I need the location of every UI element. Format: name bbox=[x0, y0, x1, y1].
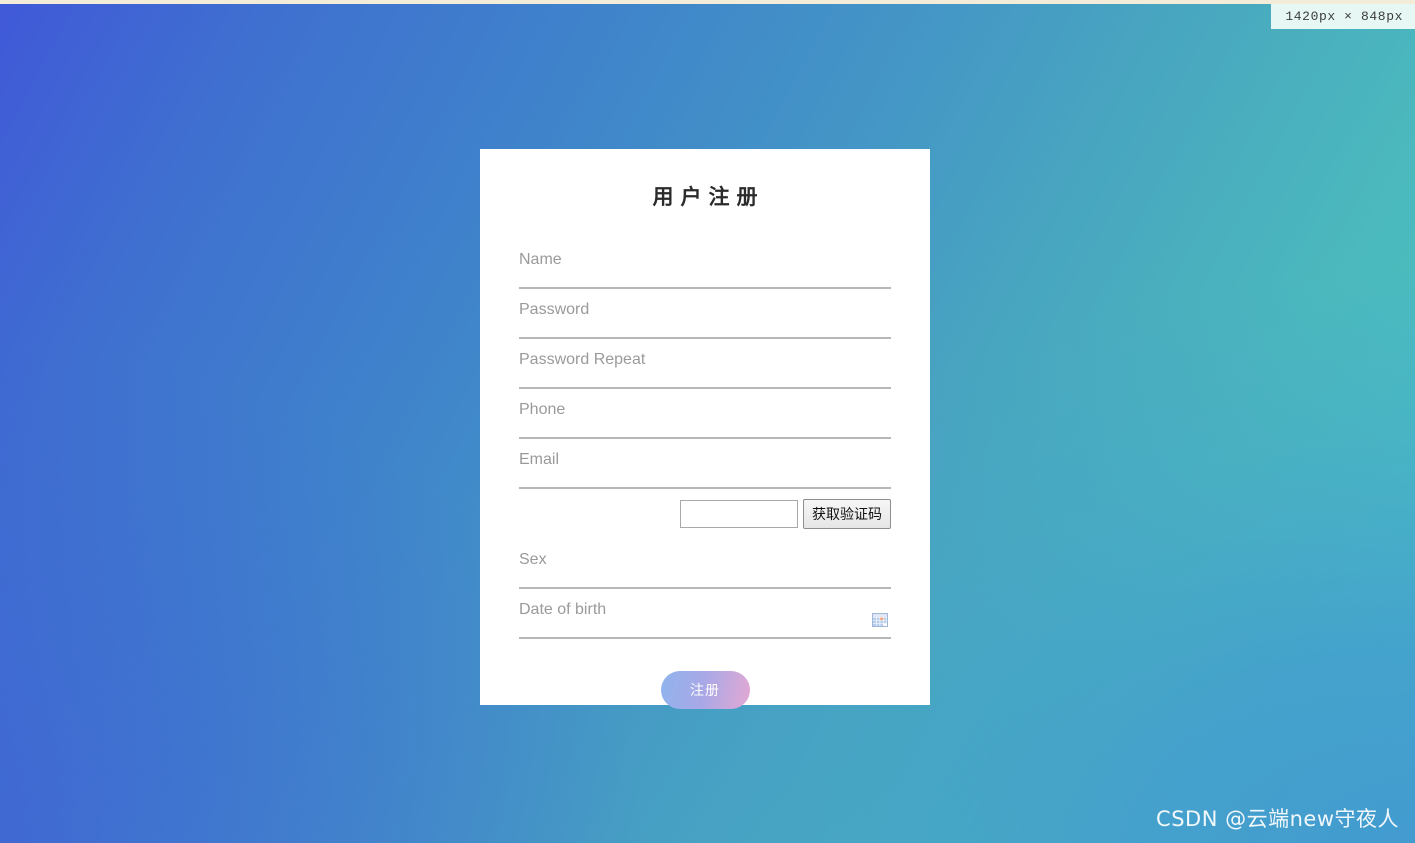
field-phone bbox=[519, 389, 891, 439]
email-input[interactable] bbox=[519, 441, 891, 489]
submit-row: 注册 bbox=[519, 671, 891, 709]
csdn-watermark: CSDN @云端new守夜人 bbox=[1156, 807, 1399, 831]
calendar-icon[interactable] bbox=[872, 613, 888, 627]
page-root: 1420px × 848px 用户注册 获取验证码 bbox=[0, 0, 1415, 843]
register-submit-button[interactable]: 注册 bbox=[660, 671, 750, 709]
top-strip bbox=[0, 0, 1415, 4]
page-title: 用户注册 bbox=[652, 185, 765, 209]
viewport-dimension-badge: 1420px × 848px bbox=[1271, 4, 1415, 29]
field-password-repeat bbox=[519, 339, 891, 389]
phone-input[interactable] bbox=[519, 391, 891, 439]
field-date-of-birth bbox=[519, 589, 891, 639]
captcha-row: 获取验证码 bbox=[519, 489, 891, 539]
field-password bbox=[519, 289, 891, 339]
field-sex bbox=[519, 539, 891, 589]
registration-card: 用户注册 获取验证码 bbox=[480, 149, 930, 709]
name-input[interactable] bbox=[519, 241, 891, 289]
password-input[interactable] bbox=[519, 291, 891, 339]
registration-form: 获取验证码 bbox=[480, 239, 930, 709]
password-repeat-input[interactable] bbox=[519, 341, 891, 389]
field-email bbox=[519, 439, 891, 489]
field-name bbox=[519, 239, 891, 289]
captcha-input[interactable] bbox=[680, 500, 798, 528]
date-of-birth-input[interactable] bbox=[519, 591, 891, 639]
get-captcha-button[interactable]: 获取验证码 bbox=[803, 499, 891, 529]
sex-input[interactable] bbox=[519, 541, 891, 589]
